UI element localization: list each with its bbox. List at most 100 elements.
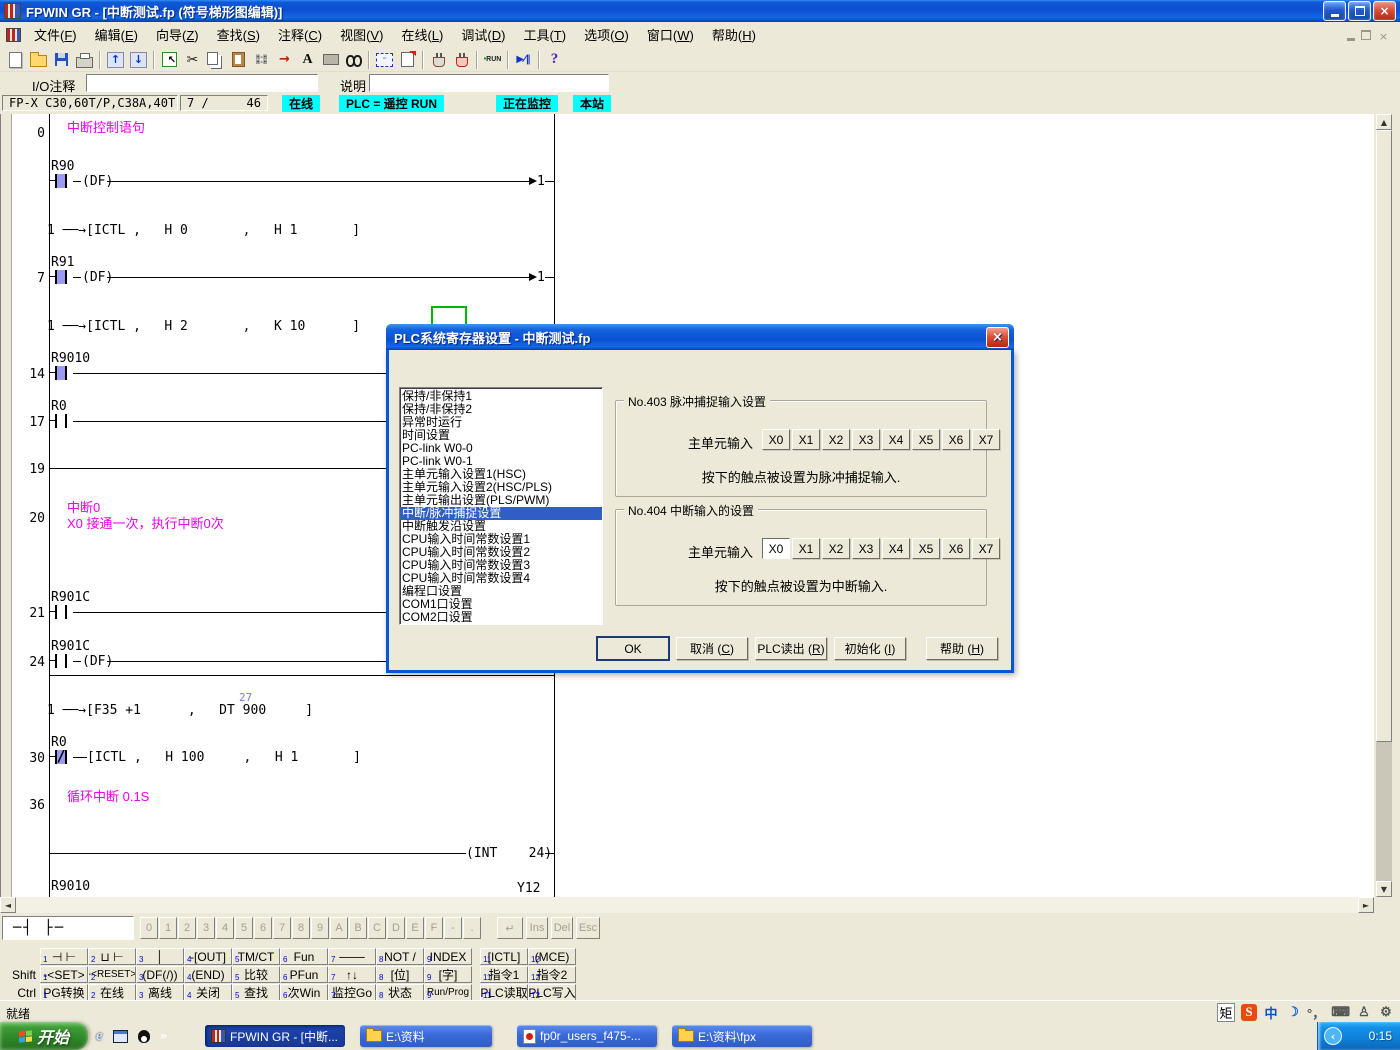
keypad-key-9[interactable]: 9	[311, 917, 329, 939]
fkey-ctrl-7[interactable]: 7监控Go	[328, 984, 376, 1001]
keypad-key-0[interactable]: 0	[140, 917, 158, 939]
keypad-key-.[interactable]: .	[463, 917, 481, 939]
register-category-list[interactable]: 保持/非保持1保持/非保持2异常时运行时间设置PC-link W0-0PC-li…	[399, 387, 603, 625]
mdi-minimize-icon[interactable]	[1347, 30, 1355, 41]
keypad-key-6[interactable]: 6	[254, 917, 272, 939]
quick-launch-more-icon[interactable]: »	[160, 1029, 168, 1043]
comment-bar-icon[interactable]	[319, 49, 342, 71]
scroll-up-icon[interactable]: ▲	[1376, 114, 1392, 130]
fkey-shift-9[interactable]: 9[字]	[424, 966, 472, 983]
horizontal-scrollbar[interactable]: ◄ ►	[0, 897, 1374, 913]
input-toggle-x0[interactable]: X0	[762, 429, 790, 450]
find-icon[interactable]	[342, 49, 365, 71]
keypad-key-D[interactable]: D	[387, 917, 405, 939]
fkey-shift-12[interactable]: 12指令2	[528, 966, 576, 983]
scroll-left-icon[interactable]: ◄	[0, 897, 16, 913]
new-icon[interactable]	[4, 49, 27, 71]
menu-6[interactable]: 在线(L)	[392, 25, 452, 46]
monitor-icon[interactable]: ⋯	[373, 49, 396, 71]
keypad-enter[interactable]: ↵	[497, 917, 523, 939]
fkey-12[interactable]: 12(MCE)	[528, 948, 576, 965]
taskbar-task-1[interactable]: E:\资料	[360, 1025, 492, 1047]
explorer-icon[interactable]	[113, 1030, 128, 1043]
fkey-8[interactable]: 8NOT /	[376, 948, 424, 965]
keypad-key-F[interactable]: F	[425, 917, 443, 939]
input-toggle-x7[interactable]: X7	[972, 429, 1000, 450]
input-toggle-x0[interactable]: X0	[762, 538, 790, 559]
fkey-shift-1[interactable]: 1-<SET>	[40, 966, 88, 983]
input-toggle-x6[interactable]: X6	[942, 538, 970, 559]
scroll-down-icon[interactable]: ▼	[1376, 881, 1392, 897]
taskbar-task-2[interactable]: fp0r_users_f475-...	[517, 1025, 657, 1047]
keypad-key-1[interactable]: 1	[159, 917, 177, 939]
keypad-ins[interactable]: Ins	[526, 917, 548, 939]
taskbar-task-3[interactable]: E:\资料\fpx	[672, 1025, 812, 1047]
menu-1[interactable]: 编辑(E)	[86, 25, 147, 46]
run-icon[interactable]: •RUN	[481, 49, 504, 71]
input-toggle-x1[interactable]: X1	[792, 429, 820, 450]
keypad-key--[interactable]: -	[444, 917, 462, 939]
fkey-4[interactable]: 4-[OUT]	[184, 948, 232, 965]
keypad-key-5[interactable]: 5	[235, 917, 253, 939]
ime-icon-7[interactable]: ⚙	[1378, 1004, 1394, 1021]
plug-online-icon[interactable]	[450, 49, 473, 71]
input-toggle-x4[interactable]: X4	[882, 429, 910, 450]
comment-jump-icon[interactable]	[396, 49, 419, 71]
input-toggle-x3[interactable]: X3	[852, 538, 880, 559]
fkey-shift-11[interactable]: 11指令1	[480, 966, 528, 983]
keypad-key-E[interactable]: E	[406, 917, 424, 939]
mdi-restore-icon[interactable]	[1361, 30, 1371, 40]
paste-icon[interactable]	[227, 49, 250, 71]
start-button[interactable]: 开始	[0, 1022, 88, 1050]
fkey-shift-7[interactable]: 7↑↓	[328, 966, 376, 983]
ime-icon-3[interactable]: ☽	[1285, 1004, 1301, 1021]
vertical-scrollbar[interactable]: ▲ ▼	[1376, 114, 1392, 897]
jump-icon[interactable]: →	[273, 49, 296, 71]
fkey-ctrl-5[interactable]: 5查找	[232, 984, 280, 1001]
fkey-shift-8[interactable]: 8[位]	[376, 966, 424, 983]
tray-chevron-icon[interactable]: ‹	[1324, 1027, 1342, 1045]
keypad-key-3[interactable]: 3	[197, 917, 215, 939]
copy-icon[interactable]	[204, 49, 227, 71]
ladder-symbol-icon[interactable]: H-HH-H	[250, 49, 273, 71]
fkey-6[interactable]: 6Fun	[280, 948, 328, 965]
menu-7[interactable]: 调试(D)	[452, 25, 514, 46]
fkey-shift-2[interactable]: 2-<RESET>	[88, 966, 136, 983]
menu-5[interactable]: 视图(V)	[331, 25, 392, 46]
fkey-shift-5[interactable]: 5比较	[232, 966, 280, 983]
fkey-11[interactable]: 11[ICTL]	[480, 948, 528, 965]
input-toggle-x2[interactable]: X2	[822, 429, 850, 450]
keypad-key-2[interactable]: 2	[178, 917, 196, 939]
close-button[interactable]: ×	[1373, 1, 1396, 21]
upload-icon[interactable]: ↑	[104, 49, 127, 71]
fkey-5[interactable]: 5TM/CT	[232, 948, 280, 965]
menu-4[interactable]: 注释(C)	[269, 25, 331, 46]
fkey-ctrl-3[interactable]: 3离线	[136, 984, 184, 1001]
fkey-1[interactable]: 1⊣ ⊢	[40, 948, 88, 965]
ime-icon-6[interactable]: ♙	[1356, 1004, 1372, 1021]
register-list-item[interactable]: COM2口设置	[400, 611, 602, 624]
scroll-right-icon[interactable]: ►	[1358, 897, 1374, 913]
text-icon[interactable]: A	[296, 49, 319, 71]
menu-2[interactable]: 向导(Z)	[147, 25, 208, 46]
print-icon[interactable]	[73, 49, 96, 71]
keypad-key-4[interactable]: 4	[216, 917, 234, 939]
description-input[interactable]	[369, 74, 609, 92]
input-toggle-x7[interactable]: X7	[972, 538, 1000, 559]
ime-icon-5[interactable]: ⌨	[1331, 1004, 1350, 1021]
plc-read-button[interactable]: PLC读出 (R)	[755, 637, 827, 660]
fkey-2[interactable]: 2⊔ ⊢	[88, 948, 136, 965]
keypad-key-A[interactable]: A	[330, 917, 348, 939]
initialize-button[interactable]: 初始化 (I)	[834, 637, 906, 660]
help-button[interactable]: 帮助 (H)	[926, 637, 998, 660]
download-icon[interactable]: ↓	[127, 49, 150, 71]
keypad-key-B[interactable]: B	[349, 917, 367, 939]
menu-8[interactable]: 工具(T)	[514, 25, 575, 46]
fkey-9[interactable]: 9INDEX	[424, 948, 472, 965]
menu-0[interactable]: 文件(F)	[25, 25, 86, 46]
ie-icon[interactable]: e	[96, 1028, 103, 1045]
fkey-ctrl-2[interactable]: 2在线	[88, 984, 136, 1001]
open-icon[interactable]	[27, 49, 50, 71]
plug-offline-icon[interactable]	[427, 49, 450, 71]
io-comment-input[interactable]	[86, 74, 318, 92]
